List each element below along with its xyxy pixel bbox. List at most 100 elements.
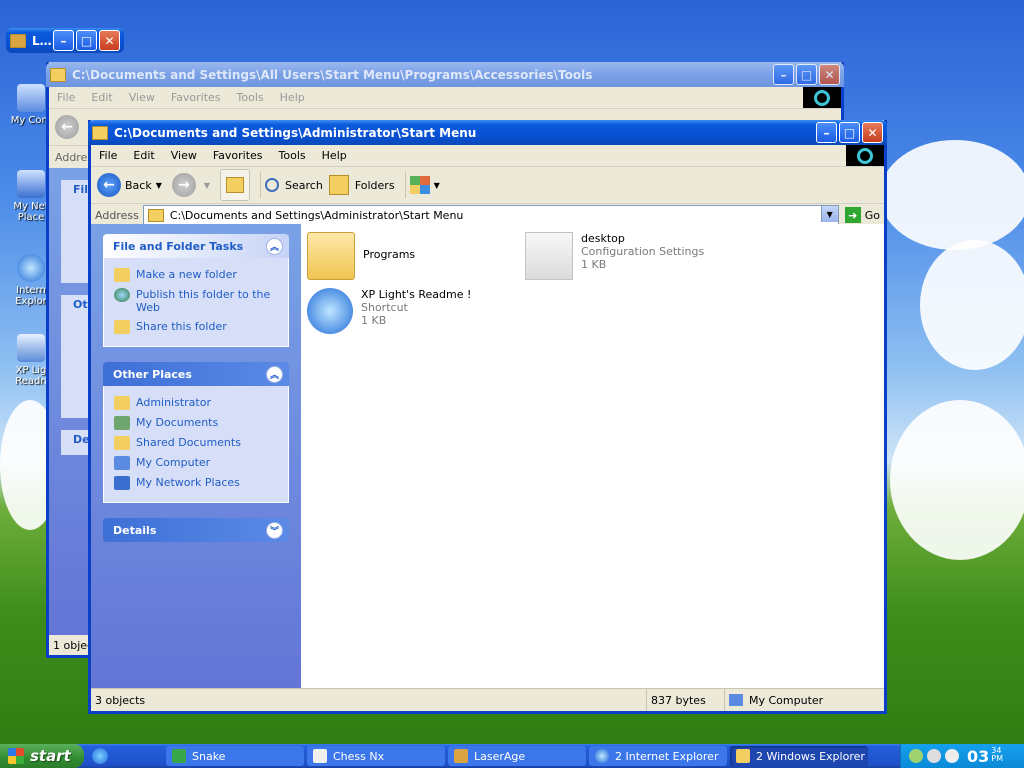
menu-view[interactable]: View [163,149,205,162]
maximize-icon[interactable]: □ [76,30,97,51]
menu-edit[interactable]: Edit [83,91,120,104]
status-location: My Computer [725,689,884,711]
taskbar-item-snake[interactable]: Snake [166,746,304,766]
panel-header[interactable]: Details ︾ [103,518,289,542]
start-button[interactable]: start [0,744,84,768]
dropdown-arrow-icon[interactable]: ▼ [156,181,162,190]
menu-tools[interactable]: Tools [229,91,272,104]
place-label: My Network Places [136,476,240,489]
task-make-folder[interactable]: Make a new folder [114,268,278,282]
explorer-window[interactable]: C:\Documents and Settings\Administrator\… [88,120,887,714]
back-arrow-icon[interactable]: ← [55,115,79,139]
back-button[interactable]: ← Back ▼ [97,173,166,197]
status-size: 837 bytes [647,689,725,711]
maximize-icon[interactable]: □ [839,122,860,143]
panel-body: Administrator My Documents Shared Docume… [103,386,289,503]
computer-icon [114,456,130,470]
windows-logo-icon [803,87,841,108]
clock-hour: 03 [967,746,990,766]
tray-app-icon[interactable] [927,749,941,763]
place-my-network[interactable]: My Network Places [114,476,278,490]
back-arrow-icon: ← [97,173,121,197]
menu-favorites[interactable]: Favorites [163,91,229,104]
file-size: 1 KB [361,314,387,327]
taskbar-group-internet-explorer[interactable]: 2 Internet Explorer [589,746,727,766]
views-icon [409,176,430,194]
taskbar-item-chess[interactable]: Chess Nx [307,746,445,766]
place-administrator[interactable]: Administrator [114,396,278,410]
menu-help[interactable]: Help [272,91,313,104]
file-type: Configuration Settings [581,245,705,258]
go-label: Go [864,208,880,222]
close-icon[interactable]: ✕ [99,30,120,51]
menu-edit[interactable]: Edit [125,149,162,162]
place-label: Administrator [136,396,211,409]
file-size: 1 KB [581,258,607,271]
mini-window[interactable]: L... – □ ✕ [6,28,124,56]
menu-favorites[interactable]: Favorites [205,149,271,162]
menubar: File Edit View Favorites Tools Help [91,145,884,167]
task-publish-web[interactable]: Publish this folder to the Web [114,288,278,314]
views-button[interactable]: ▼ [409,176,444,194]
window-titlebar[interactable]: C:\Documents and Settings\Administrator\… [88,120,887,145]
file-name: XP Light's Readme ! [361,288,472,301]
maximize-icon[interactable]: □ [796,64,817,85]
task-label: LaserAge [474,749,526,763]
folders-button[interactable]: Folders [328,175,395,195]
internet-explorer-icon[interactable] [92,748,108,764]
panel-title: Details [113,523,157,537]
minimize-icon[interactable]: – [816,122,837,143]
menu-file[interactable]: File [91,149,125,162]
panel-header[interactable]: Other Places ︽ [103,362,289,386]
place-my-computer[interactable]: My Computer [114,456,278,470]
expand-chevron-icon[interactable]: ︾ [266,521,283,539]
tray-app-icon[interactable] [945,749,959,763]
windows-logo-icon [846,145,884,166]
taskbar-group-windows-explorer[interactable]: 2 Windows Explorer [730,746,868,766]
collapse-chevron-icon[interactable]: ︽ [266,365,283,383]
up-folder-button[interactable] [220,169,251,201]
globe-icon [114,288,130,302]
place-shared-documents[interactable]: Shared Documents [114,436,278,450]
cloud [890,400,1024,560]
close-icon[interactable]: ✕ [819,64,840,85]
task-label: Publish this folder to the Web [136,288,271,314]
computer-icon [17,84,45,112]
panel-body: Make a new folder Publish this folder to… [103,258,289,347]
tray-app-icon[interactable] [909,749,923,763]
place-label: My Computer [136,456,211,469]
task-label: 2 Windows Explorer [756,749,865,763]
address-input[interactable]: C:\Documents and Settings\Administrator\… [142,205,839,225]
dropdown-arrow-icon[interactable]: ▼ [204,181,210,190]
forward-button[interactable]: → ▼ [171,173,214,197]
network-icon [114,476,130,490]
panel-header[interactable]: File and Folder Tasks ︽ [103,234,289,258]
place-my-documents[interactable]: My Documents [114,416,278,430]
taskbar-item-laserage[interactable]: LaserAge [448,746,586,766]
internet-explorer-icon [595,749,609,763]
search-button[interactable]: Search [265,178,323,192]
menu-tools[interactable]: Tools [271,149,314,162]
window-body: File and Folder Tasks ︽ Make a new folde… [91,224,884,689]
close-icon[interactable]: ✕ [862,122,883,143]
file-item-programs[interactable]: Programs [307,232,415,280]
shortcut-icon [17,334,45,362]
mini-window-titlebar[interactable]: L... – □ ✕ [6,28,124,53]
menu-file[interactable]: File [49,91,83,104]
settings-file-icon [525,232,573,280]
address-label: Address [95,208,139,222]
clock[interactable]: 03 34 PM [967,746,1003,766]
task-share-folder[interactable]: Share this folder [114,320,278,334]
go-button[interactable]: ➜ Go [844,207,880,223]
chevron-down-icon[interactable]: ▼ [820,206,838,222]
internet-explorer-icon [17,254,45,282]
folders-icon [328,175,349,195]
back-window-titlebar[interactable]: C:\Documents and Settings\All Users\Star… [46,62,844,87]
file-item-readme[interactable]: XP Light's Readme ! Shortcut 1 KB [307,288,471,334]
file-item-desktop[interactable]: desktop Configuration Settings 1 KB [525,232,704,280]
menu-view[interactable]: View [121,91,163,104]
minimize-icon[interactable]: – [53,30,74,51]
menu-help[interactable]: Help [314,149,355,162]
minimize-icon[interactable]: – [773,64,794,85]
collapse-chevron-icon[interactable]: ︽ [266,237,283,255]
